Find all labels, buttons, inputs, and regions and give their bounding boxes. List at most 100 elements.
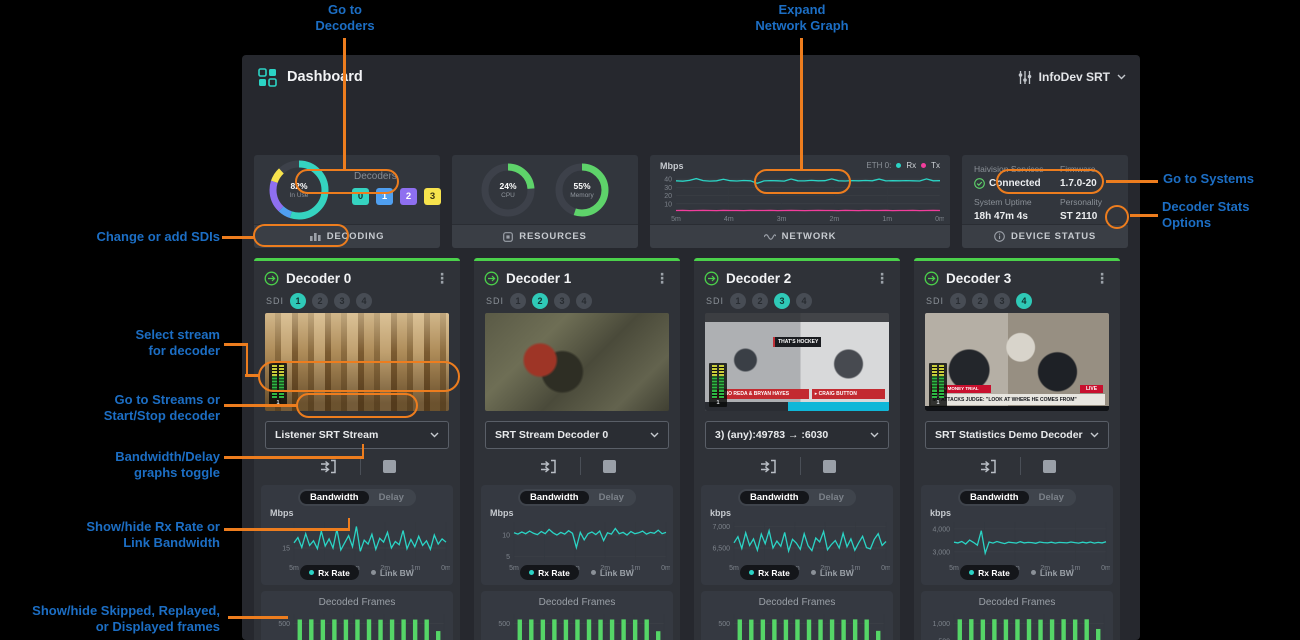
svg-text:0m: 0m xyxy=(935,216,944,223)
link-bw-legend[interactable]: Link BW xyxy=(811,568,854,578)
decoded-frames-section: Decoded Frames 5005m4m3m2m1m0m SkippedRe… xyxy=(481,591,673,640)
rx-rate-legend[interactable]: Rx Rate xyxy=(740,565,799,580)
bandwidth-unit-label: Mbps xyxy=(270,508,294,518)
toggle-bandwidth[interactable]: Bandwidth xyxy=(960,491,1029,504)
sdi-chip[interactable]: 1 xyxy=(290,293,306,309)
stop-decoder-button[interactable] xyxy=(383,460,396,473)
sdi-chip[interactable]: 3 xyxy=(994,293,1010,309)
sdi-label: SDI xyxy=(486,296,504,306)
rx-rate-label: Rx Rate xyxy=(758,568,790,578)
sdi-chip[interactable]: 3 xyxy=(334,293,350,309)
resources-button[interactable]: RESOURCES xyxy=(452,224,638,248)
sdi-chip[interactable]: 4 xyxy=(796,293,812,309)
video-thumbnail xyxy=(485,313,669,411)
link-bw-label: Link BW xyxy=(600,568,634,578)
toggle-bandwidth[interactable]: Bandwidth xyxy=(300,491,369,504)
sdi-chip[interactable]: 3 xyxy=(554,293,570,309)
rx-rate-legend[interactable]: Rx Rate xyxy=(960,565,1019,580)
annotation-line xyxy=(348,518,351,530)
sdi-chip[interactable]: 4 xyxy=(1016,293,1032,309)
svg-text:10: 10 xyxy=(664,201,672,208)
annotation-oval-decoding xyxy=(295,169,399,194)
device-status-button[interactable]: DEVICE STATUS xyxy=(962,224,1128,248)
sdi-row: SDI 1234 xyxy=(486,292,592,310)
go-to-stream-button[interactable] xyxy=(759,458,778,475)
sdi-chip[interactable]: 1 xyxy=(950,293,966,309)
svg-text:500: 500 xyxy=(498,621,510,628)
rx-rate-legend[interactable]: Rx Rate xyxy=(520,565,579,580)
link-bw-label: Link BW xyxy=(380,568,414,578)
sdi-chip[interactable]: 1 xyxy=(730,293,746,309)
tx-legend-label[interactable]: Tx xyxy=(931,161,940,170)
network-legend-prefix: ETH 0: xyxy=(866,161,891,170)
sdi-row: SDI 1234 xyxy=(706,292,812,310)
link-bw-legend[interactable]: Link BW xyxy=(1031,568,1074,578)
stop-decoder-button[interactable] xyxy=(823,460,836,473)
device-menu[interactable]: InfoDev SRT xyxy=(1018,55,1126,99)
svg-text:4,000: 4,000 xyxy=(932,526,950,533)
stream-select[interactable]: Listener SRT Stream xyxy=(265,421,449,449)
network-button[interactable]: NETWORK xyxy=(650,224,950,248)
cpu-donut: 24% CPU xyxy=(480,162,536,218)
toggle-delay[interactable]: Delay xyxy=(589,491,634,504)
bandwidth-delay-toggle: Bandwidth Delay xyxy=(738,489,856,506)
annotation-go-to-decoders: Go to Decoders xyxy=(300,2,390,34)
decoder-chip[interactable]: 3 xyxy=(424,188,441,205)
stream-select[interactable]: SRT Stream Decoder 0 xyxy=(485,421,669,449)
sdi-chip[interactable]: 2 xyxy=(752,293,768,309)
rx-legend-dot xyxy=(896,163,901,168)
go-to-stream-button[interactable] xyxy=(979,458,998,475)
decoder-status-icon xyxy=(924,271,939,286)
go-to-stream-button[interactable] xyxy=(319,458,338,475)
decoder-actions xyxy=(914,454,1120,478)
memory-donut: 55% Memory xyxy=(554,162,610,218)
rx-legend-label[interactable]: Rx xyxy=(906,161,916,170)
toggle-delay[interactable]: Delay xyxy=(369,491,414,504)
kebab-menu-icon[interactable]: ⋮ xyxy=(652,270,672,287)
sdi-chip[interactable]: 3 xyxy=(774,293,790,309)
kebab-menu-icon[interactable]: ⋮ xyxy=(872,270,892,287)
toggle-bandwidth[interactable]: Bandwidth xyxy=(520,491,589,504)
decoder-chip[interactable]: 2 xyxy=(400,188,417,205)
video-thumbnail: THAT'S HOCKEY▸ GINO REDA & BRYAN HAYES▸ … xyxy=(705,313,889,411)
sdi-chip[interactable]: 2 xyxy=(312,293,328,309)
stop-decoder-button[interactable] xyxy=(603,460,616,473)
svg-text:1,000: 1,000 xyxy=(932,621,950,628)
decoded-frames-section: Decoded Frames 5005m4m3m2m1m0m SkippedRe… xyxy=(701,591,893,640)
toggle-delay[interactable]: Delay xyxy=(1029,491,1074,504)
annotation-line xyxy=(1106,180,1158,183)
sdi-chip[interactable]: 4 xyxy=(356,293,372,309)
rx-dot xyxy=(969,570,974,575)
bandwidth-chart: 7,0006,5005m4m3m2m1m0m xyxy=(704,518,890,572)
page-title: Dashboard xyxy=(287,69,363,85)
svg-text:5m: 5m xyxy=(671,216,681,223)
stream-select-value: 3) (any):49783 → :6030 xyxy=(715,429,828,441)
bandwidth-delay-toggle: Bandwidth Delay xyxy=(298,489,416,506)
chevron-down-icon xyxy=(1090,432,1099,438)
kebab-menu-icon[interactable]: ⋮ xyxy=(1092,270,1112,287)
rx-rate-label: Rx Rate xyxy=(978,568,1010,578)
rx-rate-legend[interactable]: Rx Rate xyxy=(300,565,359,580)
stage: Dashboard InfoDev SRT xyxy=(0,0,1300,640)
svg-text:20: 20 xyxy=(664,193,672,200)
dashboard-grid-icon xyxy=(258,68,277,87)
link-bw-legend[interactable]: Link BW xyxy=(591,568,634,578)
svg-text:1m: 1m xyxy=(882,216,892,223)
bandwidth-legend: Rx Rate Link BW xyxy=(921,565,1113,580)
link-bw-dot xyxy=(811,570,816,575)
toggle-bandwidth[interactable]: Bandwidth xyxy=(740,491,809,504)
stop-decoder-button[interactable] xyxy=(1043,460,1056,473)
sdi-chip[interactable]: 1 xyxy=(510,293,526,309)
sdi-chip[interactable]: 2 xyxy=(972,293,988,309)
toggle-delay[interactable]: Delay xyxy=(809,491,854,504)
bandwidth-legend: Rx Rate Link BW xyxy=(261,565,453,580)
stream-select[interactable]: 3) (any):49783 → :6030 xyxy=(705,421,889,449)
go-to-stream-button[interactable] xyxy=(539,458,558,475)
link-bw-legend[interactable]: Link BW xyxy=(371,568,414,578)
audio-meter: 1 xyxy=(929,363,947,407)
sdi-chip[interactable]: 4 xyxy=(576,293,592,309)
rx-dot xyxy=(529,570,534,575)
stream-select[interactable]: SRT Statistics Demo Decoder xyxy=(925,421,1109,449)
sdi-chip[interactable]: 2 xyxy=(532,293,548,309)
kebab-menu-icon[interactable]: ⋮ xyxy=(432,270,452,287)
